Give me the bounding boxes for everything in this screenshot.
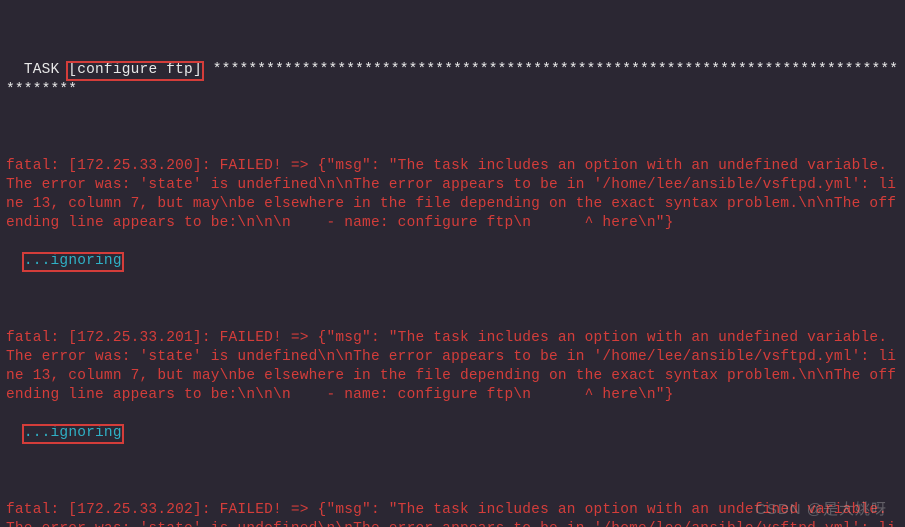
task-name-highlight: [configure ftp] — [66, 61, 204, 81]
fatal-message: fatal: [172.25.33.200]: FAILED! => {"msg… — [6, 157, 899, 233]
ignoring-label: ...ignoring — [22, 252, 124, 272]
terminal-output: TASK [configure ftp] *******************… — [0, 0, 905, 527]
fatal-message: fatal: [172.25.33.201]: FAILED! => {"msg… — [6, 329, 899, 405]
watermark-text: CSDN @是大姚呀 — [755, 500, 887, 519]
task-header-prefix: TASK — [24, 62, 69, 78]
ignoring-label: ...ignoring — [22, 424, 124, 444]
